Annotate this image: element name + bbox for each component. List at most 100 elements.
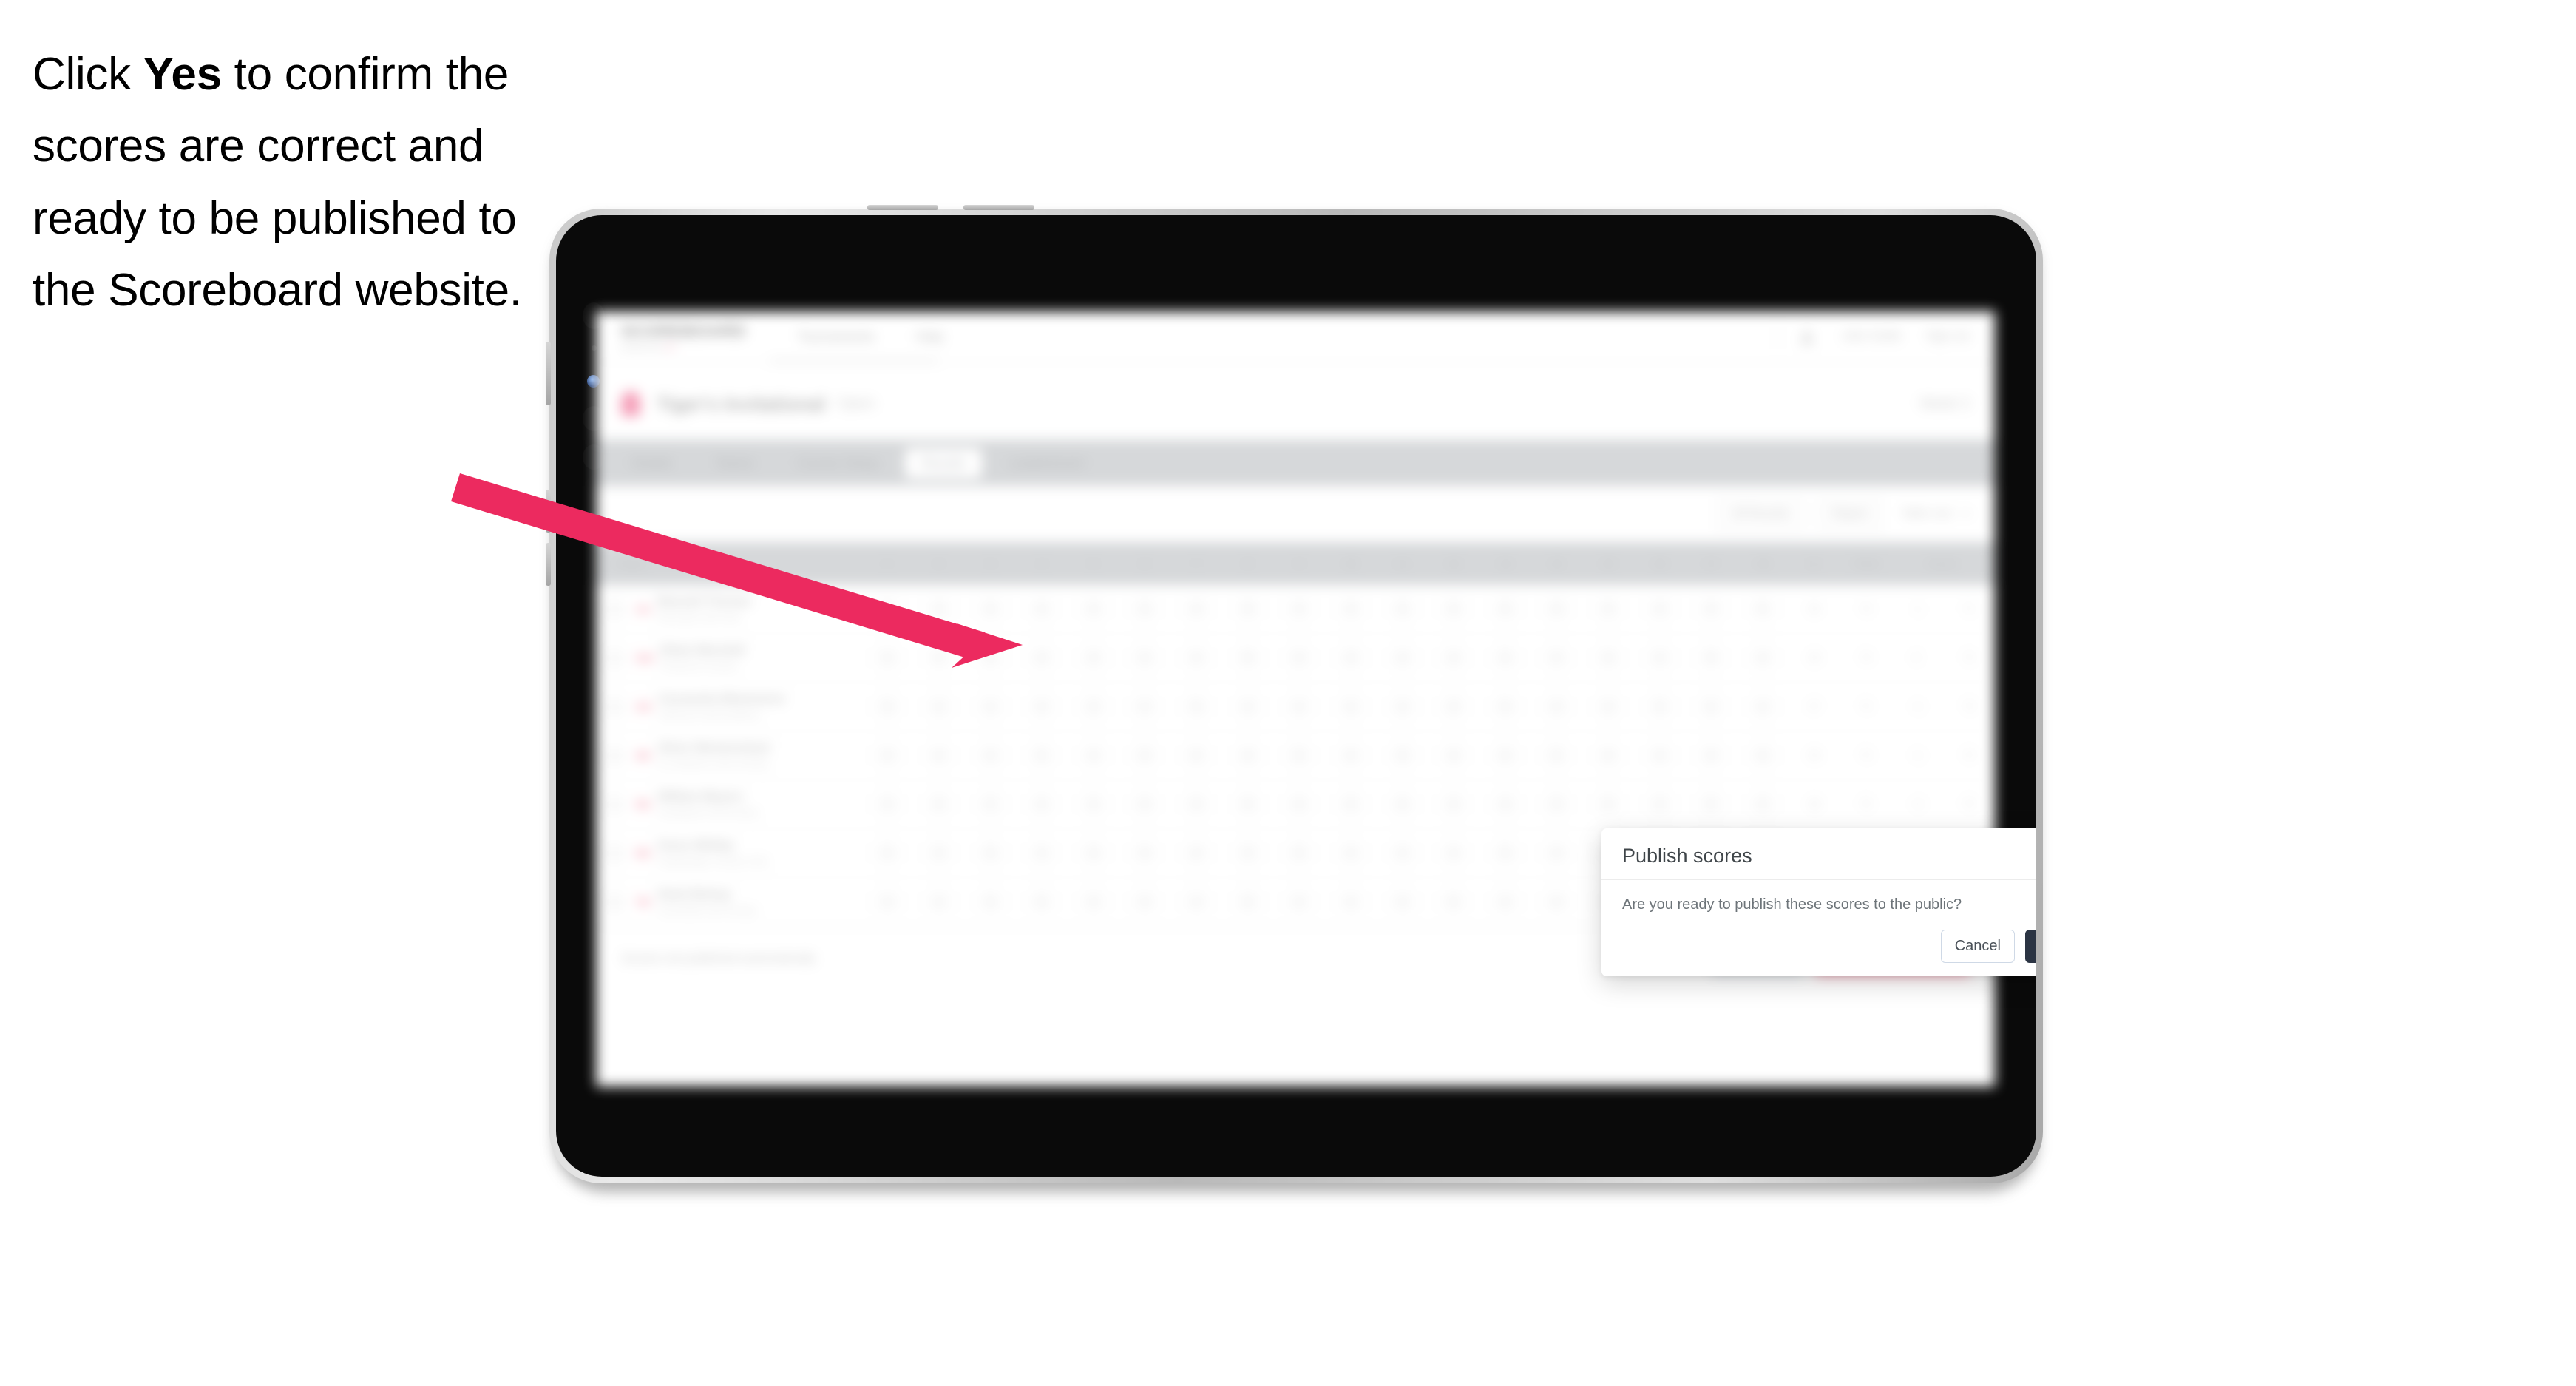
hole-score-cell[interactable]: 4 xyxy=(913,828,966,878)
hole-score-cell[interactable]: 4 xyxy=(1685,731,1738,780)
row-checkbox[interactable] xyxy=(606,698,623,715)
hole-score-cell[interactable]: 4 xyxy=(1428,828,1480,878)
hole-score-cell[interactable]: 4 xyxy=(861,585,914,634)
volume-up-button[interactable] xyxy=(546,490,551,533)
hole-score-cell[interactable]: 3 xyxy=(1016,633,1068,683)
hole-score-cell[interactable]: 4 xyxy=(1119,828,1171,878)
hole-score-cell[interactable]: 4 xyxy=(1170,585,1223,634)
column-header-hole[interactable]: 17 xyxy=(1685,542,1738,585)
hole-score-cell[interactable]: 4 xyxy=(1325,682,1377,731)
hole-score-cell[interactable]: 4 xyxy=(913,633,966,683)
tab-leaderboard[interactable]: Leaderboard xyxy=(992,448,1100,479)
column-header-hole[interactable]: 10 xyxy=(1325,542,1377,585)
hole-score-cell[interactable]: 3 xyxy=(1325,633,1377,683)
hole-score-cell[interactable]: 4 xyxy=(1685,682,1738,731)
row-checkbox[interactable] xyxy=(606,601,623,618)
hole-score-cell[interactable]: 4 xyxy=(1325,585,1377,634)
hole-score-cell[interactable]: 4 xyxy=(861,780,914,829)
hole-score-cell[interactable]: 4 xyxy=(1737,682,1789,731)
top-button-2[interactable] xyxy=(963,205,1034,210)
hole-score-cell[interactable]: 3 xyxy=(1068,682,1120,731)
nav-link-help[interactable]: Help xyxy=(916,329,943,345)
hole-score-cell[interactable]: 5 xyxy=(1685,780,1738,829)
column-header-hole[interactable]: 8 xyxy=(1221,542,1274,585)
hole-score-cell[interactable]: 4 xyxy=(1221,828,1274,878)
hole-score-cell[interactable]: 4 xyxy=(1633,731,1686,780)
hole-score-cell[interactable]: 4 xyxy=(1428,731,1480,780)
hole-score-cell[interactable]: 4 xyxy=(1428,585,1480,634)
hole-score-cell[interactable]: 5 xyxy=(964,828,1017,878)
user-avatar-icon[interactable] xyxy=(1797,327,1817,346)
hole-score-cell[interactable]: 4 xyxy=(1273,633,1326,683)
hole-score-cell[interactable]: 5 xyxy=(1376,780,1428,829)
hole-score-cell[interactable]: 5 xyxy=(1016,731,1068,780)
hole-score-cell[interactable]: 3 xyxy=(1119,731,1171,780)
column-header-hole[interactable]: 14 xyxy=(1531,542,1583,585)
hole-score-cell[interactable]: 4 xyxy=(1582,731,1635,780)
hole-score-cell[interactable]: 4 xyxy=(1170,877,1223,927)
column-header-hole[interactable]: 16 xyxy=(1633,542,1686,585)
hole-score-cell[interactable]: 3 xyxy=(1119,585,1171,634)
hole-score-cell[interactable]: 4 xyxy=(1016,585,1068,634)
table-row[interactable]: 4th Oliver Westmorland St. Andrews Links S… xyxy=(596,731,1995,780)
hole-score-cell[interactable]: 4 xyxy=(964,682,1017,731)
tab-results[interactable]: Results xyxy=(905,447,983,479)
hole-score-cell[interactable]: 4 xyxy=(1119,633,1171,683)
hole-score-cell[interactable]: 4 xyxy=(913,731,966,780)
yes-button[interactable]: Yes xyxy=(2025,930,2036,963)
hole-score-cell[interactable]: 4 xyxy=(861,731,914,780)
brand-logo[interactable]: SCOREBOARD powered by ●● xyxy=(621,322,746,352)
hole-score-cell[interactable]: 5 xyxy=(1479,828,1532,878)
column-header-total[interactable]: Total xyxy=(1840,542,1892,585)
column-header-hole[interactable]: 13 xyxy=(1479,542,1532,585)
table-row[interactable]: 3rd Cassandra Blackstone Oakmont Golf Acad… xyxy=(596,682,1995,731)
hole-score-cell[interactable]: 5 xyxy=(861,828,914,878)
hole-score-cell[interactable]: 4 xyxy=(861,877,914,927)
hole-score-cell[interactable]: 3 xyxy=(1531,585,1583,634)
hole-score-cell[interactable]: 5 xyxy=(1221,780,1274,829)
hole-score-cell[interactable]: 3 xyxy=(1531,780,1583,829)
hole-score-cell[interactable]: 5 xyxy=(964,877,1017,927)
hole-score-cell[interactable]: 5 xyxy=(1221,585,1274,634)
cancel-button[interactable]: Cancel xyxy=(1940,930,2015,963)
hole-score-cell[interactable]: 4 xyxy=(913,877,966,927)
hole-score-cell[interactable]: 4 xyxy=(1376,877,1428,927)
hole-score-cell[interactable]: 4 xyxy=(1479,877,1532,927)
nav-link-signout[interactable]: Sign out xyxy=(1926,330,1970,343)
hole-score-cell[interactable]: 4 xyxy=(1633,585,1686,634)
tab-course-setup[interactable]: Course Setup xyxy=(781,448,895,479)
hole-score-cell[interactable]: 5 xyxy=(1479,585,1532,634)
hole-score-cell[interactable]: 4 xyxy=(1273,877,1326,927)
column-header-in[interactable]: In xyxy=(1788,542,1840,585)
hole-score-cell[interactable]: 4 xyxy=(1325,828,1377,878)
tab-teams[interactable]: Teams xyxy=(699,448,770,479)
column-header-hole[interactable]: 1 xyxy=(861,542,914,585)
hole-score-cell[interactable]: 3 xyxy=(1068,828,1120,878)
hole-score-cell[interactable]: 4 xyxy=(1685,585,1738,634)
hole-score-cell[interactable]: 4 xyxy=(1170,731,1223,780)
hole-score-cell[interactable]: 4 xyxy=(1016,682,1068,731)
hole-score-cell[interactable]: 4 xyxy=(1737,633,1789,683)
hole-score-cell[interactable]: 5 xyxy=(913,780,966,829)
nav-link-tournaments[interactable]: Tournaments xyxy=(798,329,875,345)
hole-score-cell[interactable]: 4 xyxy=(1531,633,1583,683)
table-row[interactable]: 1st Maxwell Thomas Riverside Golf Club 4 3 5 4… xyxy=(596,585,1995,634)
column-header-hole[interactable]: 18 xyxy=(1737,542,1789,585)
volume-down-button[interactable] xyxy=(546,543,551,586)
hole-score-cell[interactable]: 3 xyxy=(1376,731,1428,780)
hole-score-cell[interactable]: 4 xyxy=(1737,731,1789,780)
hole-score-cell[interactable]: 4 xyxy=(1119,682,1171,731)
report-select[interactable]: Report xyxy=(1817,498,1882,530)
hole-score-cell[interactable]: 4 xyxy=(1479,780,1532,829)
hole-score-cell[interactable]: 5 xyxy=(1428,877,1480,927)
hole-score-cell[interactable]: 4 xyxy=(861,633,914,683)
hole-score-cell[interactable]: 4 xyxy=(1582,780,1635,829)
hole-score-cell[interactable]: 4 xyxy=(1068,633,1120,683)
hole-score-cell[interactable]: 4 xyxy=(1016,780,1068,829)
nav-link-account[interactable]: John Smith xyxy=(1842,330,1901,343)
hole-score-cell[interactable]: 4 xyxy=(1531,682,1583,731)
hole-score-cell[interactable]: 5 xyxy=(1016,877,1068,927)
hole-score-cell[interactable]: 4 xyxy=(1170,828,1223,878)
hole-score-cell[interactable]: 4 xyxy=(1221,731,1274,780)
power-button[interactable] xyxy=(546,342,551,405)
